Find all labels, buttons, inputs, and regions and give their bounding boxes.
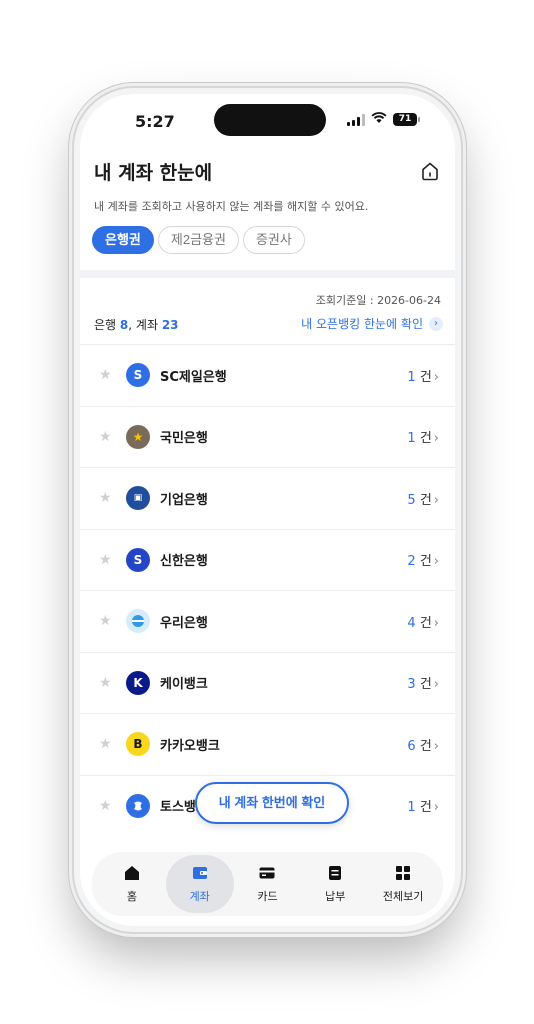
signal-icon: [347, 113, 365, 126]
account-count: 3 건 ›: [407, 677, 439, 693]
grid-icon: [396, 866, 411, 880]
bank-name: 신한은행: [160, 554, 208, 570]
shinhan-bank-logo-icon: S: [126, 547, 150, 572]
ibk-bank-logo-icon: ▣: [126, 486, 150, 511]
favorite-star-icon[interactable]: ★: [99, 613, 112, 629]
bank-name: 기업은행: [160, 492, 208, 508]
account-count-label: , 계좌: [128, 318, 158, 332]
nav-account[interactable]: 계좌: [165, 855, 234, 913]
bank-row-kakaobank[interactable]: ★ B 카카오뱅크 6 건 ›: [80, 713, 455, 775]
nav-label: 전체보기: [382, 890, 424, 903]
favorite-star-icon[interactable]: ★: [99, 552, 112, 568]
status-icons: 71: [347, 112, 420, 127]
account-count: 2 건 ›: [407, 554, 439, 570]
openbank-link[interactable]: 내 오픈뱅킹 한눈에 확인 ›: [301, 315, 443, 332]
favorite-star-icon[interactable]: ★: [99, 736, 112, 752]
favorite-star-icon[interactable]: ★: [99, 367, 112, 383]
phone-frame: 5:27 71 내 계좌 한눈에 내 계좌를 조회하고 사용하지 않는 계좌를 …: [74, 88, 461, 932]
bank-count-label: 은행: [94, 318, 117, 332]
nav-all[interactable]: 전체보기: [369, 855, 437, 913]
category-tabs: 은행권 제2금융권 증권사: [92, 226, 305, 254]
home-icon: [124, 866, 139, 880]
account-count-value: 23: [161, 318, 179, 332]
nav-label: 계좌: [189, 890, 210, 903]
house-icon: [422, 162, 438, 181]
kbank-logo-icon: K: [126, 670, 150, 695]
dynamic-island: [214, 104, 326, 136]
reference-date: 조회기준일 : 2026-06-24: [315, 294, 441, 307]
account-count: 4 건 ›: [407, 615, 439, 631]
favorite-star-icon[interactable]: ★: [99, 798, 112, 814]
payment-icon: [329, 866, 342, 880]
wifi-icon: [371, 112, 387, 127]
favorite-star-icon[interactable]: ★: [99, 490, 112, 506]
kb-bank-logo-icon: ★: [126, 424, 150, 449]
account-count: 1 건 ›: [407, 800, 439, 816]
nav-label: 납부: [325, 890, 346, 903]
card-icon: [259, 867, 275, 879]
account-summary: 은행 8, 계좌 23: [94, 316, 179, 333]
check-all-accounts-button[interactable]: 내 계좌 한번에 확인: [195, 782, 349, 824]
favorite-star-icon[interactable]: ★: [99, 675, 112, 691]
nav-label: 홈: [126, 890, 137, 903]
section-divider: [80, 270, 455, 278]
bank-name: 국민은행: [160, 431, 208, 447]
nav-payment[interactable]: 납부: [301, 855, 369, 913]
account-count: 1 건 ›: [407, 369, 439, 385]
bank-name: 케이뱅크: [160, 677, 208, 693]
woori-bank-logo-icon: [126, 609, 150, 634]
bank-row-ibk[interactable]: ★ ▣ 기업은행 5 건 ›: [80, 467, 455, 529]
bank-list: ★ S SC제일은행 1 건 › ★ ★ 국민은행 1 건 › ★ ▣ 기업은행 5…: [80, 344, 455, 836]
home-button[interactable]: [419, 160, 441, 182]
account-count: 1 건 ›: [407, 431, 439, 447]
nav-label: 카드: [257, 890, 278, 903]
favorite-star-icon[interactable]: ★: [99, 429, 112, 445]
tab-securities[interactable]: 증권사: [242, 226, 305, 254]
tab-second-financial[interactable]: 제2금융권: [157, 226, 239, 254]
tab-bank[interactable]: 은행권: [92, 226, 154, 254]
nav-card[interactable]: 카드: [234, 855, 302, 913]
screen: 5:27 71 내 계좌 한눈에 내 계좌를 조회하고 사용하지 않는 계좌를 …: [80, 94, 455, 926]
status-time: 5:27: [135, 112, 175, 131]
account-icon: [192, 867, 207, 879]
tossbank-logo-icon: [126, 793, 150, 818]
nav-home[interactable]: 홈: [98, 855, 166, 913]
bank-name: 카카오뱅크: [160, 738, 220, 754]
chevron-right-icon: ›: [429, 316, 443, 331]
battery-icon: 71: [393, 113, 420, 126]
account-count: 6 건 ›: [407, 738, 439, 754]
bank-name: SC제일은행: [160, 369, 227, 385]
account-count: 5 건 ›: [407, 492, 439, 508]
bank-row-kbank[interactable]: ★ K 케이뱅크 3 건 ›: [80, 651, 455, 714]
bottom-nav: 홈 계좌 카드 납부 전체보기: [92, 852, 443, 916]
bank-row-shinhan[interactable]: ★ S 신한은행 2 건 ›: [80, 528, 455, 591]
bank-row-woori[interactable]: ★ 우리은행 4 건 ›: [80, 590, 455, 652]
bank-row-kb[interactable]: ★ ★ 국민은행 1 건 ›: [80, 405, 455, 468]
kakaobank-logo-icon: B: [126, 732, 150, 757]
page-subtitle: 내 계좌를 조회하고 사용하지 않는 계좌를 해지할 수 있어요.: [94, 200, 369, 213]
bank-row-sc[interactable]: ★ S SC제일은행 1 건 ›: [80, 344, 455, 406]
bank-name: 우리은행: [160, 615, 208, 631]
page-title: 내 계좌 한눈에: [94, 162, 213, 184]
openbank-link-label: 내 오픈뱅킹 한눈에 확인: [301, 317, 423, 331]
sc-bank-logo-icon: S: [126, 363, 150, 388]
